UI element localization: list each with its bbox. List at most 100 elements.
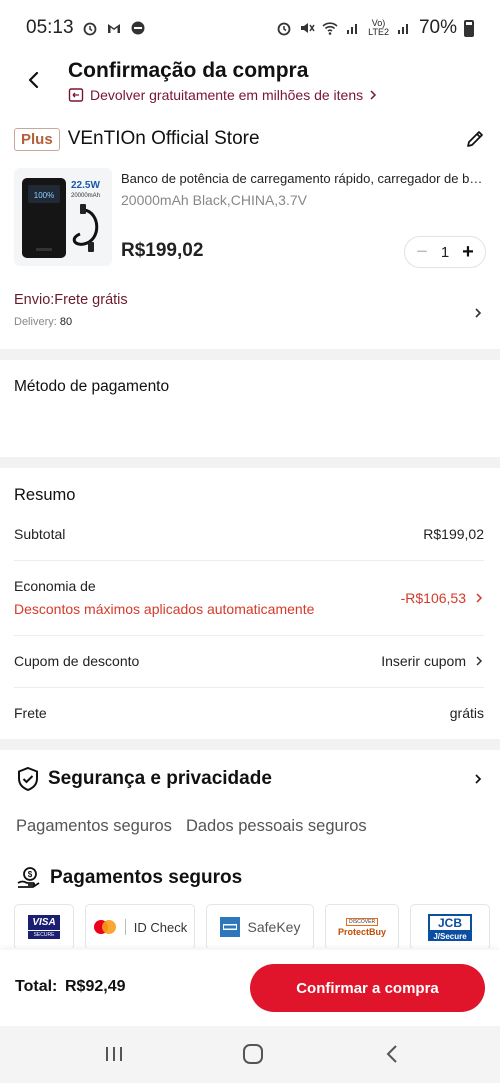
back-nav-icon[interactable] [381,1044,405,1064]
do-not-disturb-icon [131,21,145,35]
free-return-link[interactable]: Devolver gratuitamente em milhões de ite… [68,87,377,103]
security-tabs: Pagamentos seguros Dados pessoais seguro… [16,817,367,836]
discover-protectbuy-badge: DISCOVER ProtectBuy [325,904,399,948]
battery-icon [464,19,474,37]
jsecure-text: J/Secure [428,931,472,941]
section-divider [0,349,500,360]
quantity-stepper: − 1 + [404,236,486,268]
product-image[interactable]: 100% 22.5W 20000mAh [14,168,112,266]
chevron-right-icon [475,308,482,318]
alarm-icon [83,22,96,36]
subtotal-row: Subtotal R$199,02 [14,526,484,542]
confirm-purchase-button[interactable]: Confirmar a compra [250,964,485,1012]
back-arrow-icon[interactable] [20,66,48,94]
id-check-text: ID Check [133,919,188,935]
system-nav-bar [0,1026,500,1083]
checkout-bar: Total: R$92,49 Confirmar a compra [0,950,500,1026]
jcb-logo: JCB [428,913,472,932]
quantity-value: 1 [440,243,450,261]
status-bar: 05:13 Vo) LTE2 70% [0,0,500,56]
recent-apps-icon[interactable] [102,1044,126,1064]
image-capacity-label: 20000mAh [71,193,101,199]
plus-badge: Plus [14,127,60,151]
product-variant[interactable]: 20000mAh Black,CHINA,3.7V [121,192,307,208]
chevron-right-icon [370,90,377,100]
header: Confirmação da compra Devolver gratuitam… [0,56,500,116]
page-title: Confirmação da compra [68,59,309,82]
mastercard-logo-icon [93,920,116,934]
total-label: Total: [15,978,58,995]
subtotal-value: R$199,02 [423,526,484,542]
mastercard-id-check-badge: ID Check [85,904,195,948]
amex-logo-icon [219,917,240,937]
delivery-value: 80 [59,316,73,328]
svg-text:100%: 100% [34,191,54,200]
product-price: R$199,02 [121,240,204,261]
secure-payment-hand-icon: $ [17,867,40,888]
shield-check-icon [18,766,38,792]
visa-secure-text: SECURE [28,930,60,939]
safekey-text: SafeKey [247,919,301,935]
total-value: R$92,49 [65,978,126,995]
shipping-label: Envio:Frete grátis [14,292,128,308]
shipping-fee-row: Frete grátis [14,705,484,721]
store-row: Plus VEnTIOn Official Store [14,124,486,154]
jcb-jsecure-badge: JCB J/Secure [410,904,490,948]
visa-logo: VISA [28,915,60,930]
gmail-icon [107,24,120,33]
chevron-right-icon [475,774,482,784]
visa-secure-badge: VISA SECURE [14,904,74,948]
mute-icon [301,23,315,33]
edit-pencil-icon[interactable] [464,128,486,150]
shipping-fee-value: grátis [449,705,484,721]
store-name[interactable]: VEnTIOn Official Store [68,128,260,150]
return-icon [68,88,84,102]
coupon-label: Cupom de desconto [14,653,140,669]
alarm-icon [277,22,291,36]
secure-payments-title: Pagamentos seguros [50,867,243,888]
row-divider [14,635,484,636]
section-divider [0,739,500,750]
secure-payments-tab[interactable]: Pagamentos seguros [16,817,172,836]
payment-method-title[interactable]: Método de pagamento [14,378,169,396]
security-title: Segurança e privacidade [48,768,272,789]
savings-label: Economia de [14,578,96,594]
battery-percent: 70% [418,17,457,38]
summary-title: Resumo [14,486,76,504]
discover-logo: DISCOVER [345,917,379,926]
increase-quantity-button[interactable]: + [460,242,476,262]
free-return-text: Devolver gratuitamente em milhões de ite… [90,87,364,103]
signal-icon [397,24,408,34]
amex-safekey-badge: SafeKey [206,904,314,948]
image-power-label: 22.5W [71,180,100,191]
signal-icon [347,24,358,34]
wifi-icon [322,22,338,35]
badge-divider [124,919,126,935]
delivery-label: Delivery: [14,316,57,328]
insert-coupon-link[interactable]: Inserir cupom [381,653,466,669]
lte-label: LTE2 [368,27,389,37]
protectbuy-text: ProtectBuy [337,926,386,937]
secure-payments-header: $ Pagamentos seguros [16,866,242,890]
shipping-fee-label: Frete [14,705,47,721]
savings-note: Descontos máximos aplicados automaticame… [14,601,315,617]
coupon-row[interactable]: Cupom de desconto Inserir cupom [14,653,484,669]
svg-text:$: $ [28,870,33,879]
home-icon[interactable] [241,1044,265,1064]
product-title[interactable]: Banco de potência de carregamento rápido… [121,171,486,186]
savings-row[interactable]: Economia de Descontos máximos aplicados … [14,578,484,620]
chevron-right-icon [476,656,483,666]
row-divider [14,560,484,561]
personal-data-tab[interactable]: Dados pessoais seguros [186,817,367,836]
shipping-row[interactable]: Envio:Frete grátis Delivery: 80 [14,292,486,344]
section-divider [0,457,500,468]
subtotal-label: Subtotal [14,526,66,542]
savings-value: -R$106,53 [400,590,466,606]
row-divider [14,687,484,688]
decrease-quantity-button[interactable]: − [414,242,430,262]
payment-badges: VISA SECURE ID Check SafeKey DISCOVER Pr… [14,904,500,948]
network-label: Vo) LTE2 [368,19,389,37]
status-time: 05:13 [26,17,74,38]
security-row[interactable]: Segurança e privacidade [16,762,484,796]
product-item: 100% 22.5W 20000mAh Banco de potência de… [14,168,486,278]
